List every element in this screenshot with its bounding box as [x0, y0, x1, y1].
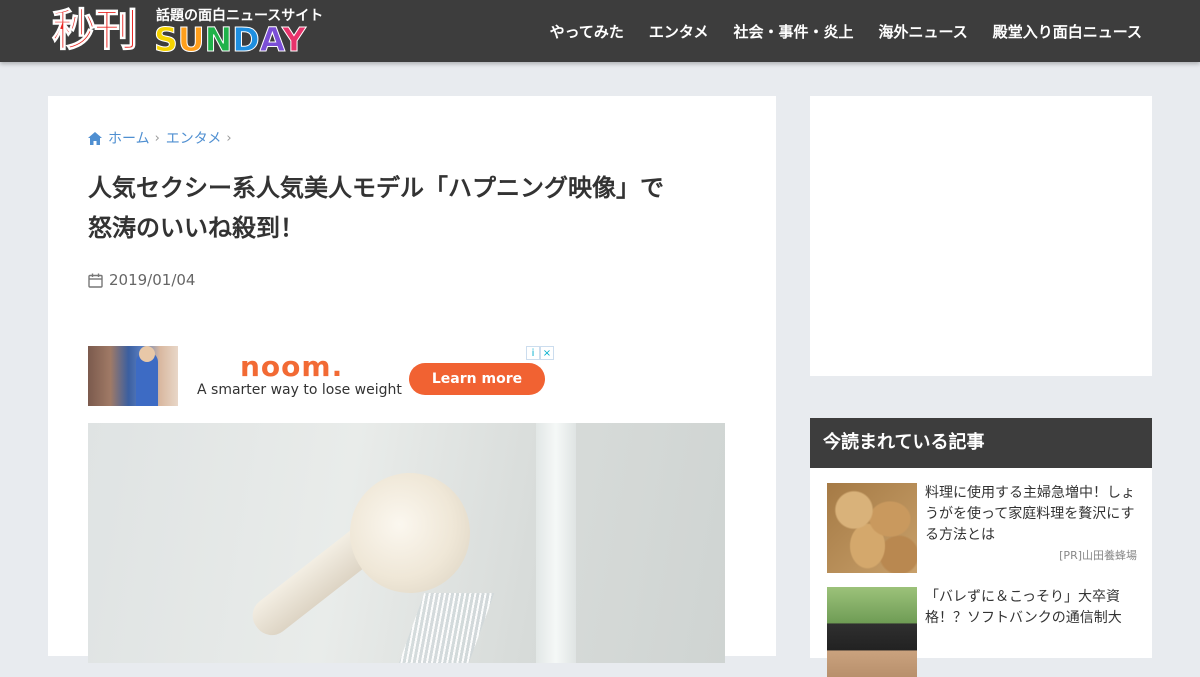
article-thumbnail[interactable]: [827, 483, 917, 573]
article-title-line2: 怒涛のいいね殺到！: [88, 214, 304, 242]
banner-ad[interactable]: noom. A smarter way to lose weight Learn…: [88, 346, 556, 406]
list-item[interactable]: 「バレずに＆こっそり」大卒資格！？ソフトバンクの通信制大: [827, 587, 1137, 677]
logo-letter: N: [204, 20, 233, 59]
ad-close-icon[interactable]: ×: [540, 346, 554, 360]
ad-tagline: A smarter way to lose weight: [197, 382, 402, 398]
home-icon: [88, 131, 102, 145]
adchoices-info-icon[interactable]: i: [526, 346, 540, 360]
sidebar-ad-slot: [810, 96, 1152, 376]
logo-letter: D: [232, 20, 260, 59]
article-card: ホーム › エンタメ › 人気セクシー系人気美人モデル「ハプニング映像」で 怒涛…: [48, 96, 776, 663]
post-date-text: 2019/01/04: [109, 271, 196, 289]
breadcrumb-entame[interactable]: エンタメ: [166, 128, 222, 148]
article-title-line1: 人気セクシー系人気美人モデル「ハプニング映像」で: [88, 174, 664, 202]
nav-item-society[interactable]: 社会・事件・炎上: [733, 21, 853, 42]
popular-articles-widget: 今読まれている記事 料理に使用する主婦急増中！しょうがを使って家庭料理を贅沢にす…: [810, 418, 1152, 677]
site-header: 秒刊 話題の面白ニュースサイト SUNDAY やってみた エンタメ 社会・事件・…: [0, 0, 1200, 62]
article-thumbnail[interactable]: [827, 587, 917, 677]
list-item[interactable]: 料理に使用する主婦急増中！しょうがを使って家庭料理を贅沢にする方法とは [PR]…: [827, 483, 1137, 573]
site-logo[interactable]: 秒刊 話題の面白ニュースサイト SUNDAY: [52, 4, 324, 59]
breadcrumb-home[interactable]: ホーム: [108, 128, 150, 148]
ad-learn-more-button[interactable]: Learn more: [409, 363, 545, 395]
list-item-title[interactable]: 料理に使用する主婦急増中！しょうがを使って家庭料理を贅沢にする方法とは: [925, 483, 1137, 546]
ad-brand-logo: noom.: [240, 350, 344, 383]
breadcrumb: ホーム › エンタメ ›: [88, 128, 238, 148]
chevron-right-icon: ›: [154, 130, 160, 146]
logo-letter: S: [154, 20, 179, 59]
logo-letter: A: [259, 20, 282, 59]
article-image: [88, 423, 725, 663]
logo-letter: U: [177, 20, 205, 59]
chevron-right-icon: ›: [226, 130, 232, 146]
nav-item-hall-of-fame[interactable]: 殿堂入り面白ニュース: [993, 21, 1142, 42]
calendar-icon: [88, 273, 103, 288]
list-item-source: [PR]山田養蜂場: [1059, 549, 1137, 562]
logo-letter: Y: [282, 20, 307, 59]
article-title: 人気セクシー系人気美人モデル「ハプニング映像」で 怒涛のいいね殺到！: [88, 168, 738, 248]
popular-articles-title: 今読まれている記事: [810, 418, 1152, 468]
nav-item-yattemita[interactable]: やってみた: [550, 21, 624, 42]
list-item-title[interactable]: 「バレずに＆こっそり」大卒資格！？ソフトバンクの通信制大: [925, 587, 1137, 629]
logo-sunday: SUNDAY: [154, 20, 307, 59]
main-nav: やってみた エンタメ 社会・事件・炎上 海外ニュース 殿堂入り面白ニュース: [525, 0, 1142, 62]
ad-choices: i ×: [526, 346, 556, 360]
ad-photo: [88, 346, 178, 406]
nav-item-entame[interactable]: エンタメ: [649, 21, 709, 42]
nav-item-overseas[interactable]: 海外ニュース: [878, 21, 967, 42]
logo-kanji: 秒刊: [52, 5, 139, 57]
post-date: 2019/01/04: [88, 271, 195, 289]
